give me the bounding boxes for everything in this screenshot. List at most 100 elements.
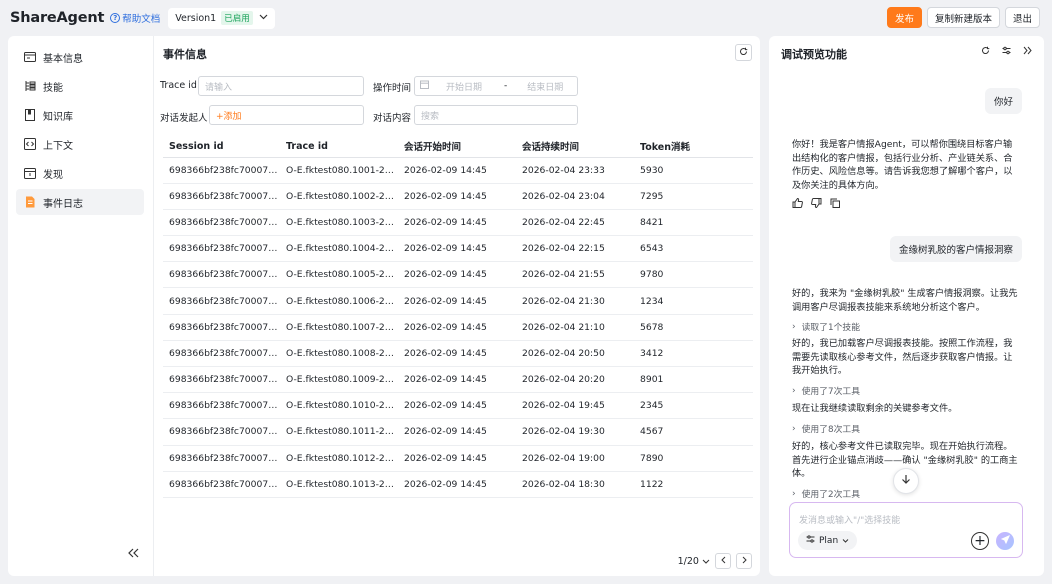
initiator-label: 对话发起人 — [160, 113, 208, 124]
cell-session-id: 698366bf238fc70007c… — [163, 209, 280, 237]
cell-duration: 2026-02-04 21:10 — [516, 314, 634, 341]
cell-token: 4567 — [634, 418, 753, 446]
skill-list-icon — [24, 80, 36, 92]
table-row[interactable]: 698366bf238fc70007c… O-E.fktest080.1009-2… — [163, 366, 753, 394]
thumbs-down-icon[interactable] — [811, 198, 822, 211]
table-row[interactable]: 698366bf238fc70007c… O-E.fktest080.1013-2… — [163, 471, 753, 498]
reset-icon[interactable] — [981, 46, 990, 58]
cell-trace-id: O-E.fktest080.1012-26… — [280, 445, 398, 472]
book-icon — [24, 109, 36, 121]
event-info-panel: 事件信息 Trace id 请输入 操作时间 开始日期 - 结束日期 对话发起人… — [154, 36, 760, 576]
sidebar-item-label: 上下文 — [43, 140, 73, 152]
tool-call-summary[interactable]: › 读取了1个技能 — [792, 320, 860, 334]
add-initiator-button[interactable]: +添加 — [209, 105, 364, 125]
add-attachment-button[interactable]: + — [971, 532, 989, 550]
sidebar-item-knowledge[interactable]: 知识库 — [16, 102, 144, 128]
cell-trace-id: O-E.fktest080.1011-26… — [280, 418, 398, 446]
cell-trace-id: O-E.fktest080.1008-26… — [280, 340, 398, 368]
copy-new-version-button[interactable]: 复制新建版本 — [926, 7, 1000, 28]
content-search-input[interactable]: 搜索 — [414, 105, 578, 125]
table-row[interactable]: 698366bf238fc70007c… O-E.fktest080.1007-2… — [163, 314, 753, 341]
column-header-start-time[interactable]: 会话开始时间 — [398, 136, 516, 158]
double-chevron-left-icon[interactable] — [128, 546, 139, 562]
table-row[interactable]: 698366bf238fc70007c… O-E.fktest080.1004-2… — [163, 235, 753, 263]
table-header-row: Session id Trace id 会话开始时间 会话持续时间 Token消… — [163, 136, 753, 158]
trace-id-input[interactable]: 请输入 — [198, 76, 364, 96]
column-header-token[interactable]: Token消耗 — [634, 136, 753, 158]
cell-session-id: 698366bf238fc70007c… — [163, 471, 280, 498]
sidebar-item-event-log[interactable]: 事件日志 — [16, 189, 144, 215]
cell-duration: 2026-02-04 18:30 — [516, 471, 634, 498]
sidebar-item-discover[interactable]: 发现 — [16, 160, 144, 186]
cell-start-time: 2026-02-09 14:45 — [398, 157, 516, 184]
cell-start-time: 2026-02-09 14:45 — [398, 340, 516, 368]
cell-token: 9780 — [634, 261, 753, 289]
cell-token: 1234 — [634, 287, 753, 315]
page-size-select[interactable]: 1/20 — [678, 556, 710, 567]
cell-duration: 2026-02-04 23:33 — [516, 157, 634, 184]
tool-call-summary[interactable]: › 使用了8次工具 — [792, 422, 860, 436]
publish-button[interactable]: 发布 — [886, 7, 922, 28]
exit-button[interactable]: 退出 — [1004, 7, 1040, 28]
assistant-message: 好的，我已加载客户尽调报表技能。按照工作流程，我需要先读取核心参考文件，然后逐步… — [792, 338, 1013, 376]
message-input[interactable]: 发消息或输入"/"选择技能 — [799, 513, 900, 526]
cell-session-id: 698366bf238fc70007c… — [163, 445, 280, 472]
table-row[interactable]: 698366bf238fc70007c… O-E.fktest080.1005-2… — [163, 261, 753, 289]
cell-trace-id: O-E.fktest080.1010-26… — [280, 392, 398, 420]
sidebar-item-label: 事件日志 — [43, 198, 83, 210]
page-title: 事件信息 — [163, 48, 207, 61]
cell-session-id: 698366bf238fc70007c… — [163, 235, 280, 263]
version-label: Version1 — [175, 12, 217, 24]
table-row[interactable]: 698366bf238fc70007c… O-E.fktest080.1010-2… — [163, 392, 753, 420]
next-page-button[interactable] — [736, 553, 752, 569]
tool-call-summary[interactable]: › 使用了7次工具 — [792, 384, 860, 398]
sidebar-item-label: 发现 — [43, 169, 63, 181]
table-row[interactable]: 698366bf238fc70007c… O-E.fktest080.1011-2… — [163, 418, 753, 446]
table-row[interactable]: 698366bf238fc70007c… O-E.fktest080.1002-2… — [163, 183, 753, 210]
prev-page-button[interactable] — [715, 553, 731, 569]
send-button[interactable] — [996, 532, 1014, 550]
chevron-right-icon: › — [792, 488, 796, 499]
sidebar-item-context[interactable]: 上下文 — [16, 131, 144, 157]
cell-duration: 2026-02-04 22:45 — [516, 209, 634, 237]
cell-start-time: 2026-02-09 14:45 — [398, 183, 516, 210]
cell-duration: 2026-02-04 19:30 — [516, 418, 634, 446]
copy-icon[interactable] — [830, 198, 840, 211]
help-docs-label: 帮助文档 — [122, 14, 161, 25]
help-docs-link[interactable]: ? 帮助文档 — [110, 11, 160, 25]
tool-call-summary[interactable]: › 使用了2次工具 — [792, 487, 860, 501]
cell-session-id: 698366bf238fc70007c… — [163, 157, 280, 184]
cell-start-time: 2026-02-09 14:45 — [398, 392, 516, 420]
table-row[interactable]: 698366bf238fc70007c… O-E.fktest080.1001-2… — [163, 157, 753, 184]
expand-icon[interactable] — [1023, 46, 1032, 58]
cell-duration: 2026-02-04 21:30 — [516, 287, 634, 315]
start-date-input[interactable]: 开始日期 — [446, 80, 482, 93]
debug-preview-panel: 调试预览功能 你好 你好！我是客户情报Agent，可以帮你围绕目标客户输出结构化… — [769, 36, 1044, 576]
chat-title: 调试预览功能 — [781, 48, 847, 61]
column-header-trace-id[interactable]: Trace id — [280, 136, 398, 158]
column-header-duration[interactable]: 会话持续时间 — [516, 136, 634, 158]
table-row[interactable]: 698366bf238fc70007c… O-E.fktest080.1008-2… — [163, 340, 753, 368]
date-range-picker[interactable]: 开始日期 - 结束日期 — [414, 76, 578, 96]
scroll-to-bottom-button[interactable] — [893, 468, 919, 494]
top-bar: ShareAgent ? 帮助文档 Version1 已启用 发布 复制新建版本… — [0, 0, 1052, 36]
refresh-button[interactable] — [735, 44, 752, 61]
column-header-session-id[interactable]: Session id — [163, 136, 280, 158]
cell-start-time: 2026-02-09 14:45 — [398, 445, 516, 472]
settings-sliders-icon[interactable] — [1002, 46, 1011, 58]
assistant-message: 你好！我是客户情报Agent，可以帮你围绕目标客户输出结构化的客户情报，包括行业… — [792, 139, 1013, 191]
thumbs-up-icon[interactable] — [792, 197, 803, 211]
cell-trace-id: O-E.fktest080.1004-26… — [280, 235, 398, 263]
sidebar-item-basic-info[interactable]: 基本信息 — [16, 44, 144, 70]
table-row[interactable]: 698366bf238fc70007c… O-E.fktest080.1006-2… — [163, 287, 753, 315]
table-row[interactable]: 698366bf238fc70007c… O-E.fktest080.1003-2… — [163, 209, 753, 237]
chevron-right-icon: › — [792, 321, 796, 332]
table-row[interactable]: 698366bf238fc70007c… O-E.fktest080.1012-2… — [163, 445, 753, 472]
help-icon: ? — [110, 13, 121, 23]
version-selector[interactable]: Version1 已启用 — [168, 7, 275, 29]
sidebar: 基本信息 技能 知识库 上下文 发现 事件日志 — [8, 36, 154, 576]
plan-mode-select[interactable]: Plan — [798, 531, 858, 550]
end-date-input[interactable]: 结束日期 — [527, 80, 563, 93]
operation-time-label: 操作时间 — [373, 83, 412, 94]
sidebar-item-skills[interactable]: 技能 — [16, 73, 144, 99]
